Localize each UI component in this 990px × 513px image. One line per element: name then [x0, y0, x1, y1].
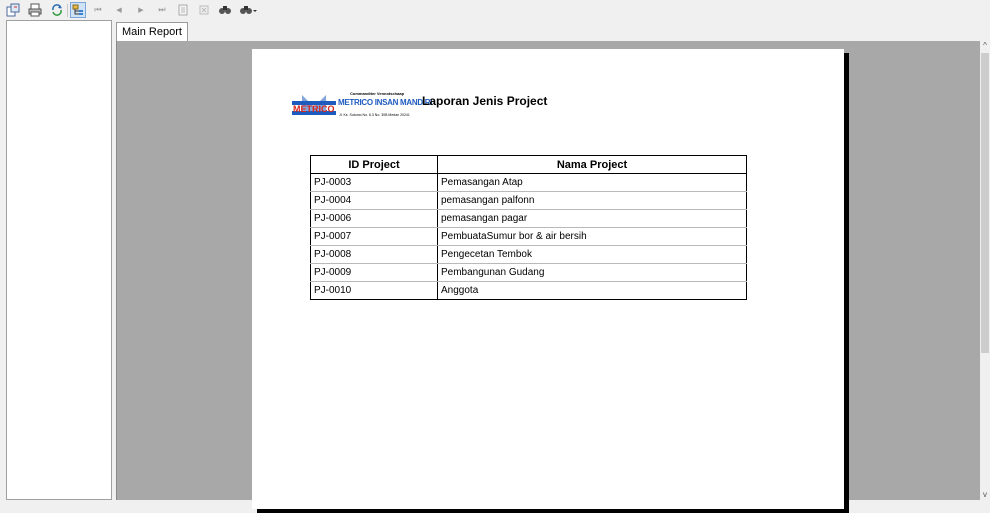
id-project-cell: PJ-0004 [310, 191, 438, 210]
id-project-cell: PJ-0006 [310, 209, 438, 228]
id-project-cell: PJ-0008 [310, 245, 438, 264]
table-row: PJ-0009 Pembangunan Gudang [310, 263, 747, 282]
report-page: METRICO Commanditer Vennotschaap METRICO… [252, 49, 844, 509]
table-row: PJ-0008 Pengecetan Tembok [310, 245, 747, 264]
last-page-icon[interactable]: ⏭ [154, 2, 170, 18]
scroll-down-icon[interactable]: v [980, 490, 990, 500]
goto-page-icon[interactable] [175, 2, 191, 18]
table-row: PJ-0010 Anggota [310, 281, 747, 300]
company-header: Commanditer Vennotschaap [350, 91, 405, 96]
refresh-icon[interactable] [49, 2, 65, 18]
nama-project-cell: Pemasangan Atap [437, 173, 747, 192]
id-project-cell: PJ-0010 [310, 281, 438, 300]
project-table: ID Project Nama Project PJ-0003 Pemasanga… [310, 155, 747, 300]
company-name: METRICO INSAN MANDIRI [338, 98, 433, 107]
table-row: PJ-0003 Pemasangan Atap [310, 173, 747, 192]
company-address: Jl. Ks. Sutomo No. 6.3 No. 30B Medan 202… [339, 113, 410, 117]
report-viewer[interactable]: METRICO Commanditer Vennotschaap METRICO… [116, 41, 981, 513]
toggle-tree-icon[interactable] [70, 2, 86, 18]
report-tabbar: Main Report [113, 20, 990, 42]
nama-project-cell: pemasangan pagar [437, 209, 747, 228]
scroll-thumb[interactable] [981, 53, 989, 353]
logo-mark: METRICO [292, 95, 336, 115]
svg-text:METRICO: METRICO [293, 104, 335, 114]
prev-page-icon[interactable]: ◀ [111, 2, 127, 18]
vertical-scrollbar[interactable]: ^ v [980, 41, 990, 500]
table-row: PJ-0007 PembuataSumur bor & air bersih [310, 227, 747, 246]
nama-project-cell: pemasangan palfonn [437, 191, 747, 210]
print-icon[interactable] [27, 2, 43, 18]
nama-project-cell: Pembangunan Gudang [437, 263, 747, 282]
zoom-icon[interactable] [238, 2, 258, 18]
stop-icon[interactable] [196, 2, 212, 18]
tab-main-report[interactable]: Main Report [116, 22, 188, 42]
next-page-icon[interactable]: ▶ [133, 2, 149, 18]
nama-project-cell: PembuataSumur bor & air bersih [437, 227, 747, 246]
scroll-up-icon[interactable]: ^ [980, 41, 990, 51]
search-icon[interactable] [217, 2, 233, 18]
id-project-cell: PJ-0009 [310, 263, 438, 282]
id-project-cell: PJ-0003 [310, 173, 438, 192]
column-header: Nama Project [437, 155, 747, 174]
id-project-cell: PJ-0007 [310, 227, 438, 246]
report-toolbar: ⏮ ◀ ▶ ⏭ [0, 0, 990, 20]
table-row: PJ-0006 pemasangan pagar [310, 209, 747, 228]
table-row: PJ-0004 pemasangan palfonn [310, 191, 747, 210]
nama-project-cell: Anggota [437, 281, 747, 300]
company-logo: METRICO Commanditer Vennotschaap METRICO… [292, 91, 432, 119]
group-tree-panel[interactable] [6, 20, 112, 500]
column-header: ID Project [310, 155, 438, 174]
nama-project-cell: Pengecetan Tembok [437, 245, 747, 264]
first-page-icon[interactable]: ⏮ [90, 2, 106, 18]
report-title: Laporan Jenis Project [422, 94, 548, 108]
export-icon[interactable] [5, 2, 21, 18]
